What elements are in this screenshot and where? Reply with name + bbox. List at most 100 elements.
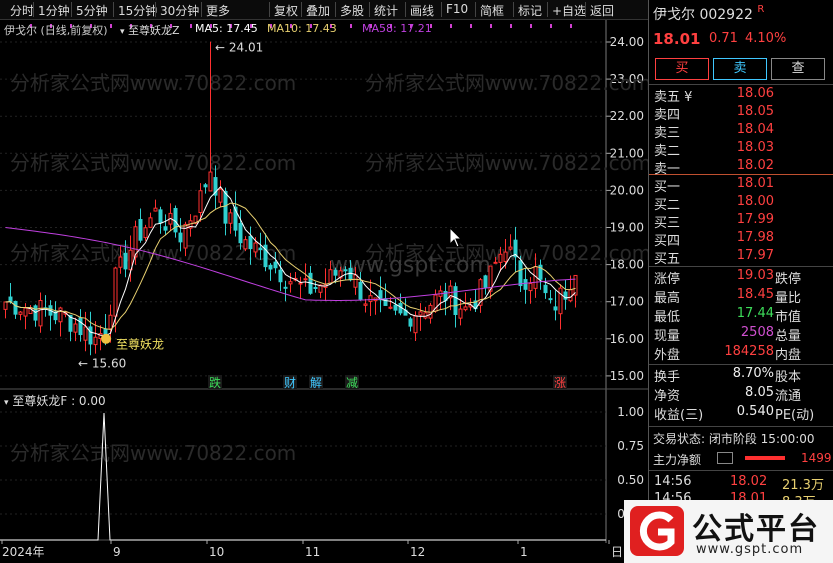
sub-indicator-title[interactable]: ▾ 至尊妖龙F : 0.00 — [4, 392, 106, 409]
candle-body[interactable] — [333, 269, 338, 276]
candle-body[interactable] — [413, 315, 418, 334]
candle-body[interactable] — [288, 281, 293, 285]
candle-body[interactable] — [453, 286, 458, 316]
candle-body[interactable] — [113, 267, 118, 317]
toolbar-item[interactable]: 简框 — [480, 2, 504, 19]
toolbar-item[interactable]: 标记 — [518, 2, 542, 19]
candle-body[interactable] — [208, 171, 213, 192]
candle-body[interactable] — [223, 191, 228, 224]
candle-body[interactable] — [568, 289, 573, 302]
candle-body[interactable] — [368, 295, 373, 302]
candle-body[interactable] — [248, 235, 253, 250]
candle-body[interactable] — [253, 242, 258, 253]
candle-body[interactable] — [313, 286, 318, 289]
sell-button[interactable]: 卖 — [713, 58, 767, 80]
toolbar-item[interactable]: 叠加 — [306, 2, 330, 19]
quote-value: 17.44 — [736, 306, 774, 321]
candle-body[interactable] — [178, 232, 183, 243]
candle-body[interactable] — [218, 188, 223, 203]
candle-body[interactable] — [393, 304, 398, 311]
kline-chart[interactable]: 24.0023.0022.0021.0020.0019.0018.0017.00… — [0, 20, 648, 563]
toolbar-item[interactable]: 30分钟 — [160, 2, 199, 19]
candle-body[interactable] — [543, 284, 548, 294]
candle-body[interactable] — [463, 306, 468, 311]
candle-body[interactable] — [283, 286, 288, 289]
candle-body[interactable] — [108, 314, 113, 330]
candle-body[interactable] — [23, 307, 28, 317]
toolbar-item[interactable]: 统计 — [374, 2, 398, 19]
toolbar-item[interactable]: 分时 — [10, 2, 34, 19]
toolbar-item[interactable]: 复权 — [274, 2, 298, 19]
candle-body[interactable] — [383, 298, 388, 306]
candle-body[interactable] — [123, 252, 128, 270]
candle-body[interactable] — [493, 261, 498, 264]
candle-body[interactable] — [8, 296, 13, 302]
candle-body[interactable] — [363, 303, 368, 306]
toolbar-item[interactable]: 更多 — [206, 2, 230, 19]
candle-body[interactable] — [118, 256, 123, 268]
candle-body[interactable] — [328, 269, 333, 284]
candle-body[interactable] — [548, 298, 553, 301]
candle-body[interactable] — [523, 279, 528, 290]
candle-body[interactable] — [38, 300, 43, 327]
candle-body[interactable] — [408, 318, 413, 327]
toolbar-item[interactable]: 返回 — [590, 2, 614, 19]
price-change-pct: 4.10% — [745, 31, 787, 46]
candle-body[interactable] — [143, 227, 148, 239]
candle-body[interactable] — [298, 282, 303, 285]
candle-body[interactable] — [348, 267, 353, 281]
toolbar-item[interactable]: 5分钟 — [76, 2, 108, 19]
flow-toggle-icon[interactable] — [717, 452, 733, 464]
candle-body[interactable] — [553, 306, 558, 311]
candle-body[interactable] — [88, 326, 93, 345]
candle-body[interactable] — [198, 190, 203, 214]
candle-body[interactable] — [388, 306, 393, 309]
candle-body[interactable] — [13, 300, 18, 315]
toolbar-item[interactable]: 15分钟 — [118, 2, 157, 19]
candle-body[interactable] — [418, 311, 423, 316]
query-button[interactable]: 查 — [771, 58, 825, 80]
quote-value: 184258 — [724, 344, 774, 359]
candle-body[interactable] — [358, 281, 363, 300]
candle-body[interactable] — [93, 336, 98, 346]
candle-body[interactable] — [573, 274, 578, 296]
candle-body[interactable] — [343, 269, 348, 272]
candle-body[interactable] — [268, 264, 273, 270]
toolbar-item[interactable]: 1分钟 — [38, 2, 70, 19]
toolbar-item[interactable]: F10 — [446, 2, 468, 16]
toolbar-item[interactable]: 多股 — [340, 2, 364, 19]
candle-body[interactable] — [498, 253, 503, 263]
candle-body[interactable] — [518, 260, 523, 287]
toolbar-item[interactable]: 画线 — [410, 2, 434, 19]
candle-body[interactable] — [153, 207, 158, 212]
candle-body[interactable] — [273, 261, 278, 269]
candle-body[interactable] — [353, 274, 358, 288]
candle-body[interactable] — [243, 239, 248, 250]
candle-body[interactable] — [78, 317, 83, 336]
candle-body[interactable] — [18, 311, 23, 315]
candle-body[interactable] — [558, 287, 563, 315]
candle-body[interactable] — [238, 222, 243, 244]
candle-body[interactable] — [228, 212, 233, 224]
candle-body[interactable] — [503, 251, 508, 262]
candle-body[interactable] — [203, 184, 208, 188]
candle-body[interactable] — [163, 226, 168, 231]
toolbar-item[interactable]: +自选 — [552, 2, 586, 19]
candle-body[interactable] — [138, 219, 143, 241]
candle-body[interactable] — [458, 308, 463, 319]
indicator-name[interactable]: ▾ 至尊妖龙Z — [120, 22, 180, 38]
quote-label: 卖一 — [654, 162, 681, 177]
candle-body[interactable] — [3, 301, 8, 310]
candle-body[interactable] — [528, 282, 533, 292]
candle-body[interactable] — [508, 246, 513, 250]
candle-body[interactable] — [303, 278, 308, 281]
candle-body[interactable] — [73, 323, 78, 333]
candle-body[interactable] — [83, 326, 88, 341]
x-tick-label: 11 — [305, 545, 320, 559]
candle-body[interactable] — [158, 209, 163, 224]
candle-body[interactable] — [148, 217, 153, 228]
buy-button[interactable]: 买 — [655, 58, 709, 80]
candle-body[interactable] — [258, 247, 263, 251]
candle-body[interactable] — [483, 275, 488, 289]
candle-body[interactable] — [278, 269, 283, 283]
